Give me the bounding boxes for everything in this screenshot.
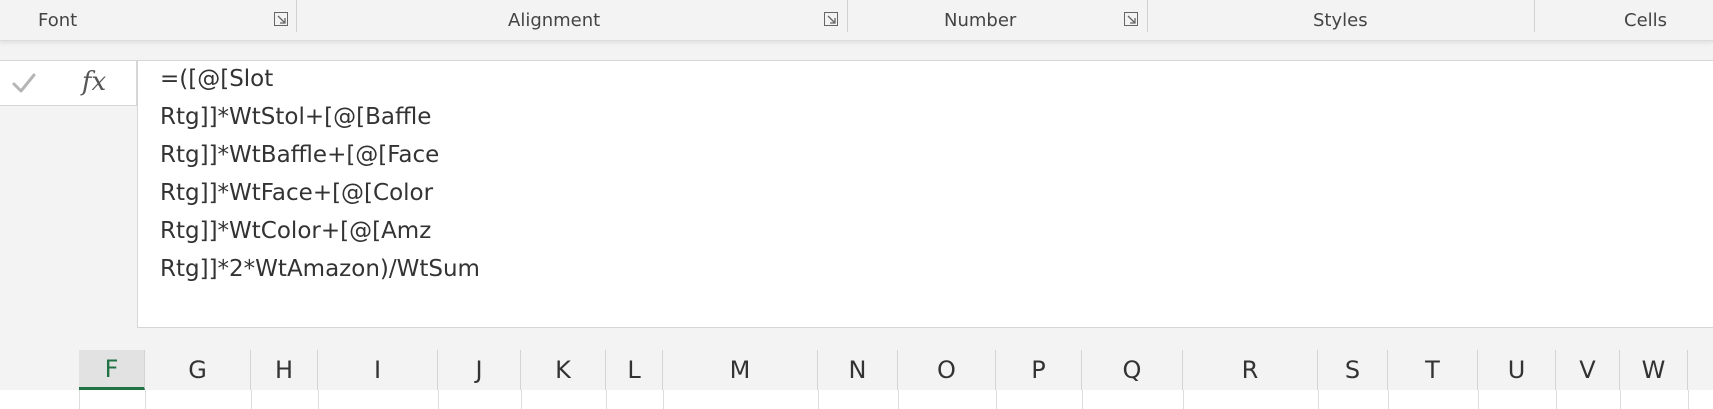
ribbon-separator bbox=[847, 0, 848, 32]
insert-function-button[interactable]: fx bbox=[74, 65, 114, 99]
formula-input[interactable]: =([@[Slot Rtg]]*WtStol+[@[Baffle Rtg]]*W… bbox=[137, 60, 1713, 328]
ribbon-group-labels: Font Alignment Number Styles Cells bbox=[0, 0, 1713, 41]
column-header-f[interactable]: F bbox=[79, 350, 145, 390]
gridline bbox=[898, 390, 899, 409]
alignment-group-label: Alignment bbox=[508, 10, 601, 31]
enter-button[interactable] bbox=[6, 69, 42, 97]
column-headers: F G H I J K L M N O P Q R S T U V W bbox=[0, 350, 1713, 391]
font-dialog-launcher-icon[interactable] bbox=[274, 12, 288, 26]
column-header-r[interactable]: R bbox=[1183, 350, 1318, 390]
column-header-s[interactable]: S bbox=[1318, 350, 1388, 390]
column-header-l[interactable]: L bbox=[606, 350, 663, 390]
gridline bbox=[438, 390, 439, 409]
column-header-o[interactable]: O bbox=[898, 350, 996, 390]
column-header-v[interactable]: V bbox=[1556, 350, 1620, 390]
number-dialog-launcher-icon[interactable] bbox=[1124, 12, 1138, 26]
gridline bbox=[1082, 390, 1083, 409]
column-header-q[interactable]: Q bbox=[1082, 350, 1183, 390]
gridline bbox=[521, 390, 522, 409]
formula-line: Rtg]]*WtBaffle+[@[Face bbox=[160, 142, 440, 168]
formula-line: Rtg]]*WtStol+[@[Baffle bbox=[160, 104, 432, 130]
gridline bbox=[1478, 390, 1479, 409]
gridline bbox=[663, 390, 664, 409]
gridline bbox=[818, 390, 819, 409]
checkmark-icon bbox=[12, 73, 36, 93]
styles-group-label: Styles bbox=[1313, 10, 1368, 31]
gridline bbox=[1183, 390, 1184, 409]
alignment-dialog-launcher-icon[interactable] bbox=[824, 12, 838, 26]
column-header-k[interactable]: K bbox=[521, 350, 606, 390]
ribbon-separator bbox=[296, 0, 297, 32]
gridline bbox=[996, 390, 997, 409]
gridline bbox=[318, 390, 319, 409]
cells-group-label: Cells bbox=[1624, 10, 1668, 31]
ribbon-separator bbox=[1534, 0, 1535, 32]
column-header-j[interactable]: J bbox=[438, 350, 521, 390]
gridline bbox=[79, 390, 80, 409]
gridline bbox=[1688, 390, 1689, 409]
formula-line: =([@[Slot bbox=[160, 66, 274, 92]
gridline bbox=[1388, 390, 1389, 409]
ribbon-separator bbox=[1147, 0, 1148, 32]
column-header-w[interactable]: W bbox=[1620, 350, 1688, 390]
formula-line: Rtg]]*2*WtAmazon)/WtSum bbox=[160, 256, 480, 282]
gridline bbox=[1318, 390, 1319, 409]
formula-bar: fx =([@[Slot Rtg]]*WtStol+[@[Baffle Rtg]… bbox=[0, 60, 1713, 330]
column-header-p[interactable]: P bbox=[996, 350, 1082, 390]
column-header-n[interactable]: N bbox=[818, 350, 898, 390]
formula-line: Rtg]]*WtFace+[@[Color bbox=[160, 180, 434, 206]
gridline bbox=[251, 390, 252, 409]
column-header-u[interactable]: U bbox=[1478, 350, 1556, 390]
gridline bbox=[1620, 390, 1621, 409]
font-group-label: Font bbox=[38, 10, 78, 31]
column-header-h[interactable]: H bbox=[251, 350, 318, 390]
gridline bbox=[606, 390, 607, 409]
grid-row[interactable] bbox=[0, 390, 1713, 409]
column-header-t[interactable]: T bbox=[1388, 350, 1478, 390]
number-group-label: Number bbox=[944, 10, 1017, 31]
formula-bar-buttons: fx bbox=[0, 60, 137, 106]
gridline bbox=[145, 390, 146, 409]
column-header-g[interactable]: G bbox=[145, 350, 251, 390]
formula-line: Rtg]]*WtColor+[@[Amz bbox=[160, 218, 432, 244]
gridline bbox=[1556, 390, 1557, 409]
column-header-i[interactable]: I bbox=[318, 350, 438, 390]
column-header-m[interactable]: M bbox=[663, 350, 818, 390]
